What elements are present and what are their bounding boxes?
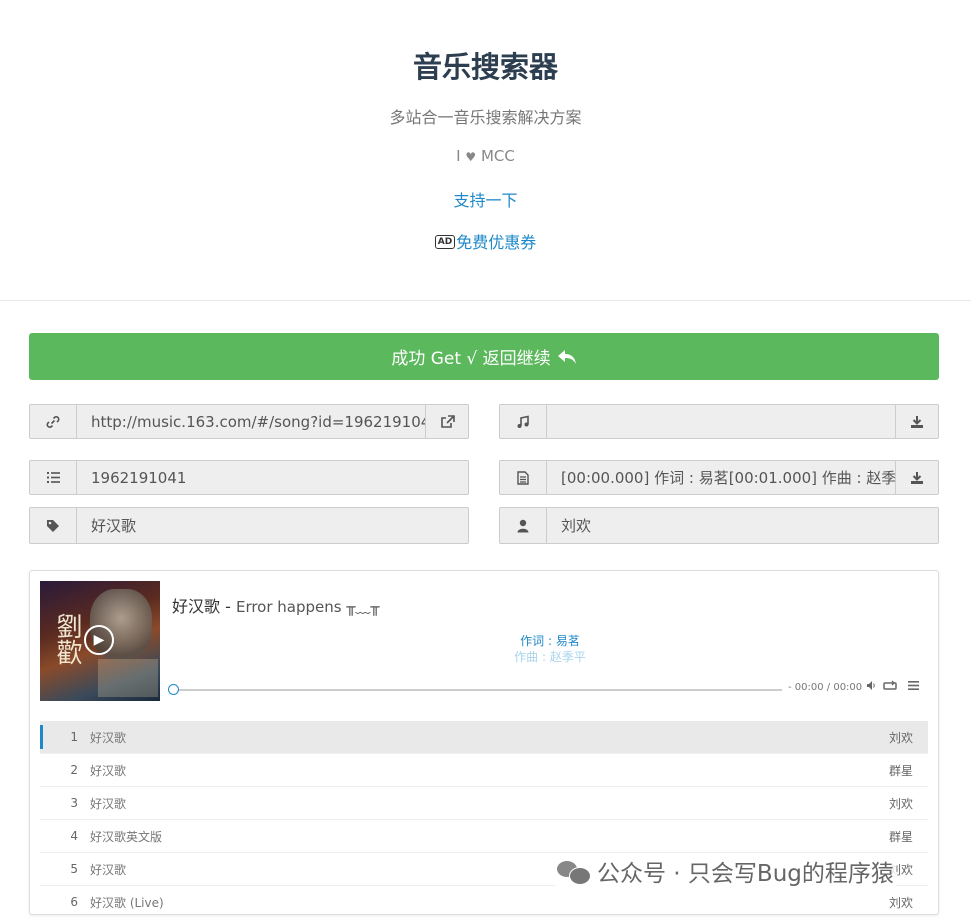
track-artist: 刘欢 bbox=[888, 796, 913, 811]
artist-field: 刘欢 bbox=[499, 507, 939, 544]
support-link[interactable]: 支持一下 bbox=[0, 187, 971, 211]
track-artist: 刘欢 bbox=[888, 895, 913, 910]
coupon-link[interactable]: AD 免费优惠券 bbox=[0, 229, 971, 253]
success-return-button[interactable]: 成功 Get √ 返回继续 bbox=[29, 333, 939, 380]
page-subtitle: 多站合一音乐搜索解决方案 bbox=[389, 108, 582, 127]
lyrics-input[interactable]: [00:00.000] 作词 : 易茗[00:01.000] 作曲 : 赵季平[… bbox=[547, 461, 895, 494]
progress-handle[interactable] bbox=[168, 684, 179, 695]
album-cover[interactable]: 劉歡 ▶ bbox=[40, 581, 160, 701]
track-artist: 群星 bbox=[888, 763, 913, 778]
audio-url-input[interactable] bbox=[547, 405, 895, 438]
download-lyrics-button[interactable] bbox=[895, 461, 938, 494]
heart-icon: ♥ bbox=[465, 150, 477, 164]
track-name: 好汉歌 bbox=[90, 796, 127, 811]
ad-icon: AD bbox=[434, 235, 456, 249]
track-name: 好汉歌 bbox=[90, 730, 127, 745]
cover-text: 劉歡 bbox=[52, 613, 82, 665]
player-time: - 00:00 / 00:00 bbox=[788, 682, 863, 693]
lyric-line-current: 作词 : 易茗 bbox=[520, 634, 580, 648]
list-item[interactable]: 1 好汉歌 刘欢 bbox=[40, 721, 928, 753]
track-name: 好汉歌 (Live) bbox=[90, 895, 164, 910]
track-name: 好汉歌 bbox=[90, 763, 127, 778]
watermark: 公众号 · 只会写Bug的程序猿 bbox=[555, 853, 896, 889]
download-icon bbox=[911, 471, 923, 484]
love-line: I ♥ MCC bbox=[0, 147, 971, 165]
track-artist: 刘欢 bbox=[888, 730, 913, 745]
track-number: 1 bbox=[70, 730, 78, 744]
love-suffix: MCC bbox=[480, 147, 515, 165]
artist-input[interactable]: 刘欢 bbox=[547, 508, 938, 543]
success-label: 成功 Get √ 返回继续 bbox=[391, 349, 551, 369]
list-item[interactable]: 4 好汉歌英文版 群星 bbox=[40, 819, 928, 852]
track-number: 3 bbox=[70, 796, 78, 810]
love-prefix: I bbox=[456, 147, 461, 165]
page-header: 音乐搜索器 多站合一音乐搜索解决方案 I ♥ MCC 支持一下 AD 免费优惠券 bbox=[0, 0, 971, 301]
player-title-text: 好汉歌 bbox=[172, 597, 221, 616]
loop-icon[interactable] bbox=[883, 680, 897, 694]
coupon-label: 免费优惠券 bbox=[456, 233, 537, 252]
track-name: 好汉歌英文版 bbox=[90, 829, 163, 844]
progress-bar[interactable] bbox=[172, 689, 782, 691]
lyrics-field: [00:00.000] 作词 : 易茗[00:01.000] 作曲 : 赵季平[… bbox=[499, 460, 939, 495]
player-song-title: 好汉歌 - Error happens ╥﹏╥ bbox=[172, 593, 379, 617]
url-input[interactable]: http://music.163.com/#/song?id=196219104… bbox=[77, 405, 425, 438]
list-icon bbox=[30, 461, 77, 494]
download-audio-button[interactable] bbox=[895, 405, 938, 438]
download-icon bbox=[911, 415, 923, 428]
reply-icon bbox=[557, 349, 576, 364]
lyric-line-next: 作曲 : 赵季平 bbox=[514, 650, 586, 664]
track-number: 6 bbox=[70, 895, 78, 909]
tag-icon bbox=[30, 508, 77, 543]
song-id-field: 1962191041 bbox=[29, 460, 469, 495]
list-item[interactable]: 2 好汉歌 群星 bbox=[40, 753, 928, 786]
song-name-field: 好汉歌 bbox=[29, 507, 469, 544]
wechat-icon bbox=[557, 859, 591, 885]
page-title: 音乐搜索器 bbox=[412, 50, 558, 84]
url-field: http://music.163.com/#/song?id=196219104… bbox=[29, 404, 469, 439]
track-number: 2 bbox=[70, 763, 78, 777]
play-icon[interactable]: ▶ bbox=[84, 625, 114, 655]
volume-icon[interactable] bbox=[866, 680, 877, 694]
player-error-text: Error happens ╥﹏╥ bbox=[235, 598, 380, 616]
cover-art-strip bbox=[98, 659, 158, 697]
playlist-menu-icon[interactable] bbox=[908, 680, 919, 694]
link-icon bbox=[30, 405, 77, 438]
open-link-button[interactable] bbox=[425, 405, 468, 438]
player-title-separator: - bbox=[220, 597, 236, 616]
song-name-input[interactable]: 好汉歌 bbox=[77, 508, 468, 543]
song-id-input[interactable]: 1962191041 bbox=[77, 461, 468, 494]
user-icon bbox=[500, 508, 547, 543]
track-artist: 群星 bbox=[888, 829, 913, 844]
track-number: 4 bbox=[70, 829, 78, 843]
list-item[interactable]: 6 好汉歌 (Live) 刘欢 bbox=[40, 885, 928, 918]
list-item[interactable]: 3 好汉歌 刘欢 bbox=[40, 786, 928, 819]
music-note-icon bbox=[500, 405, 547, 438]
track-number: 5 bbox=[70, 862, 78, 876]
file-text-icon bbox=[500, 461, 547, 494]
external-link-icon bbox=[440, 414, 455, 428]
audio-url-field bbox=[499, 404, 939, 439]
watermark-text: 公众号 · 只会写Bug的程序猿 bbox=[597, 861, 894, 887]
